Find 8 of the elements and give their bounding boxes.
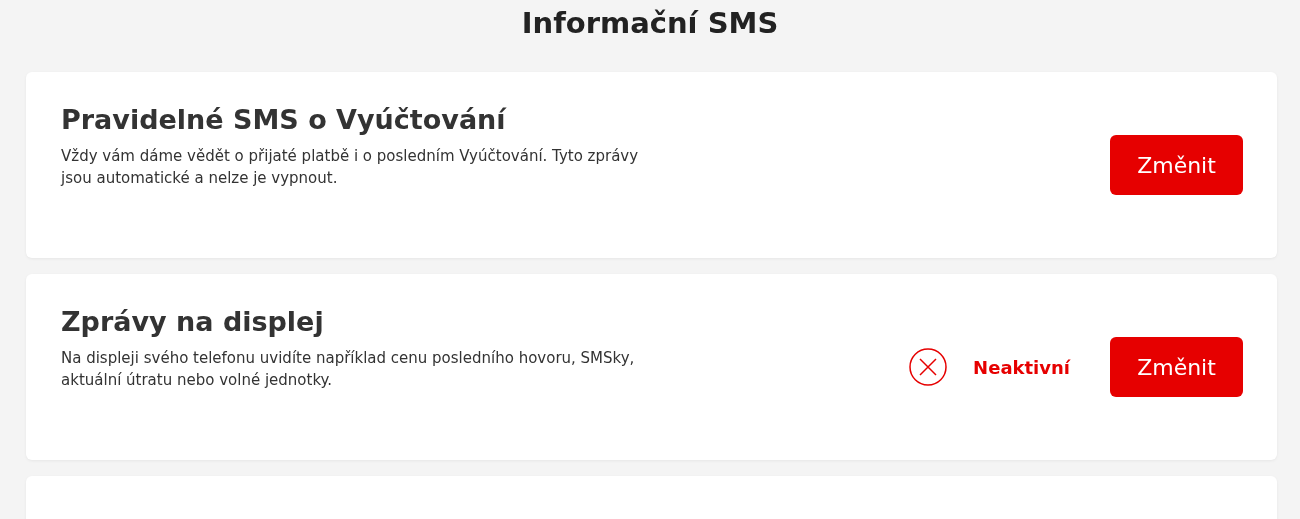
card-description: Vždy vám dáme vědět o přijaté platbě i o posledním Vyúčtování. Tyto zprávy jsou automatické a nelze je vypnout. [61, 146, 640, 189]
card-description: Na displeji svého telefonu uvidíte například cenu posledního hovoru, SMSky, aktuální útratu nebo volné jednotky. [61, 348, 636, 391]
card-title: Zprávy na displej [61, 306, 325, 337]
change-button[interactable]: Změnit [1110, 337, 1243, 397]
page-title: Informační SMS [520, 5, 780, 42]
card-title: Pravidelné SMS o Vyúčtování [61, 104, 508, 135]
change-button[interactable]: Změnit [1110, 135, 1243, 195]
status-label: Neaktivní [973, 356, 1070, 378]
